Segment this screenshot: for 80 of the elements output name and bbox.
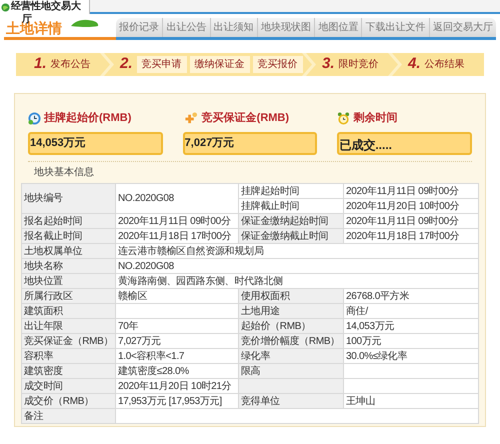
step-number: 2. — [120, 54, 133, 74]
value-cell: 26768.0平方米 — [344, 289, 478, 303]
label-cell: 挂牌截止时间 — [239, 199, 343, 213]
browser-tab[interactable]: 经营性地交易大 — [0, 0, 90, 14]
value-cell: 黄海路南侧、园西路东侧、时代路北侧 — [116, 274, 478, 288]
label-cell: 备注 — [22, 409, 115, 423]
value-cell: 14,053万元 — [344, 319, 478, 333]
label-cell: 保证金缴纳截止时间 — [239, 229, 343, 243]
value-cell: 2020年11月11日 09时00分 — [116, 214, 238, 228]
value-cell: NO.2020G08 — [116, 259, 478, 273]
label-cell: 报名截止时间 — [22, 229, 115, 243]
nav-tab[interactable]: 地图位置 — [314, 18, 362, 37]
step-label: 公布结果 — [424, 58, 465, 72]
label-cell: 所属行政区 — [22, 289, 115, 303]
label-cell: 建筑面积 — [22, 304, 115, 318]
globe-icon — [1, 2, 10, 12]
step-number: 4. — [408, 54, 421, 74]
section-title: 地块基本信息 — [34, 166, 94, 180]
label-cell: 出让年限 — [22, 319, 115, 333]
label-cell: 土地用途 — [239, 304, 343, 318]
value-cell: 商住/ — [344, 304, 478, 318]
nav-tab[interactable]: 下载出让文件 — [361, 18, 429, 37]
step-label: 限时竞价 — [338, 58, 379, 72]
nav-tab[interactable]: 报价记录 — [116, 18, 162, 37]
tab-title: 经营性地交易大 — [11, 0, 81, 14]
value-cell: 2020年11月20日 10时21分 — [116, 379, 238, 393]
alarm-clock-icon — [337, 112, 350, 124]
label-cell: 竞得单位 — [239, 394, 343, 408]
value-cell: 30.0%≤绿化率 — [344, 349, 478, 363]
value-cell: NO.2020G08 — [116, 184, 238, 213]
label-cell: 地块位置 — [22, 274, 115, 288]
value-cell: 7,027万元 — [116, 334, 238, 348]
value-cell: 100万元 — [344, 334, 478, 348]
card-title: 剩余时间 — [353, 110, 398, 126]
value-cell: 2020年11月18日 17时00分 — [116, 229, 238, 243]
label-cell: 土地权属单位 — [22, 244, 115, 258]
label-cell: 起始价（RMB） — [239, 319, 343, 333]
value-cell: 2020年11月11日 09时00分 — [344, 214, 478, 228]
label-cell: 建筑密度 — [22, 364, 115, 378]
label-cell: 绿化率 — [239, 349, 343, 363]
value-cell: 赣榆区 — [116, 289, 238, 303]
label-cell: 使用权面积 — [239, 289, 343, 303]
leaf-icon — [70, 19, 100, 28]
label-cell: 地块名称 — [22, 259, 115, 273]
label-cell: 保证金缴纳起始时间 — [239, 214, 343, 228]
value-field: 7,027万元 — [182, 132, 318, 155]
nav-tab[interactable]: 出让公告 — [162, 18, 210, 37]
value-cell: 连云港市赣榆区自然资源和规划局 — [116, 244, 478, 258]
step-number: 3. — [322, 54, 335, 74]
label-cell: 竞买保证金（RMB） — [22, 334, 115, 348]
value-cell: 建筑密度≤28.0% — [116, 364, 238, 378]
nav-tab[interactable]: 返回交易大厅 — [428, 18, 496, 37]
step-label: 发布公告 — [50, 58, 91, 72]
step-number: 1. — [34, 54, 47, 74]
nav-tab[interactable]: 地块现状图 — [256, 18, 314, 37]
label-cell: 容积率 — [22, 349, 115, 363]
substep-label: 缴纳保证金 — [190, 56, 250, 73]
card-title: 挂牌起始价(RMB) — [44, 110, 132, 126]
label-cell: 限高 — [239, 364, 343, 378]
clock-icon — [28, 112, 41, 124]
card-title: 竞买保证金(RMB) — [202, 110, 290, 126]
value-cell: 70年 — [116, 319, 238, 333]
value-cell: 2020年11月18日 17时00分 — [344, 229, 478, 243]
sparkle-icon — [182, 112, 199, 124]
label-cell: 挂牌起始时间 — [239, 184, 343, 198]
value-cell: 王坤山 — [344, 394, 478, 408]
value-field: 已成交..... — [337, 132, 472, 155]
label-cell: 成交时间 — [22, 379, 115, 393]
substep-label: 竞买报价 — [252, 56, 303, 73]
label-cell: 报名起始时间 — [22, 214, 115, 228]
substep-label: 竞买申请 — [136, 56, 187, 73]
label-cell: 地块编号 — [22, 184, 115, 213]
value-cell: 2020年11月11日 09时00分 — [344, 184, 478, 198]
label-cell: 竞价增价幅度（RMB） — [239, 334, 343, 348]
nav-tab[interactable]: 出让须知 — [210, 18, 257, 37]
value-cell: 17,953万元 [17,953万元] — [116, 394, 238, 408]
value-cell: 1.0<容积率<1.7 — [116, 349, 238, 363]
value-cell: 2020年11月20日 10时00分 — [344, 199, 478, 213]
label-cell: 成交价（RMB） — [22, 394, 115, 408]
value-field: 14,053万元 — [28, 132, 163, 155]
